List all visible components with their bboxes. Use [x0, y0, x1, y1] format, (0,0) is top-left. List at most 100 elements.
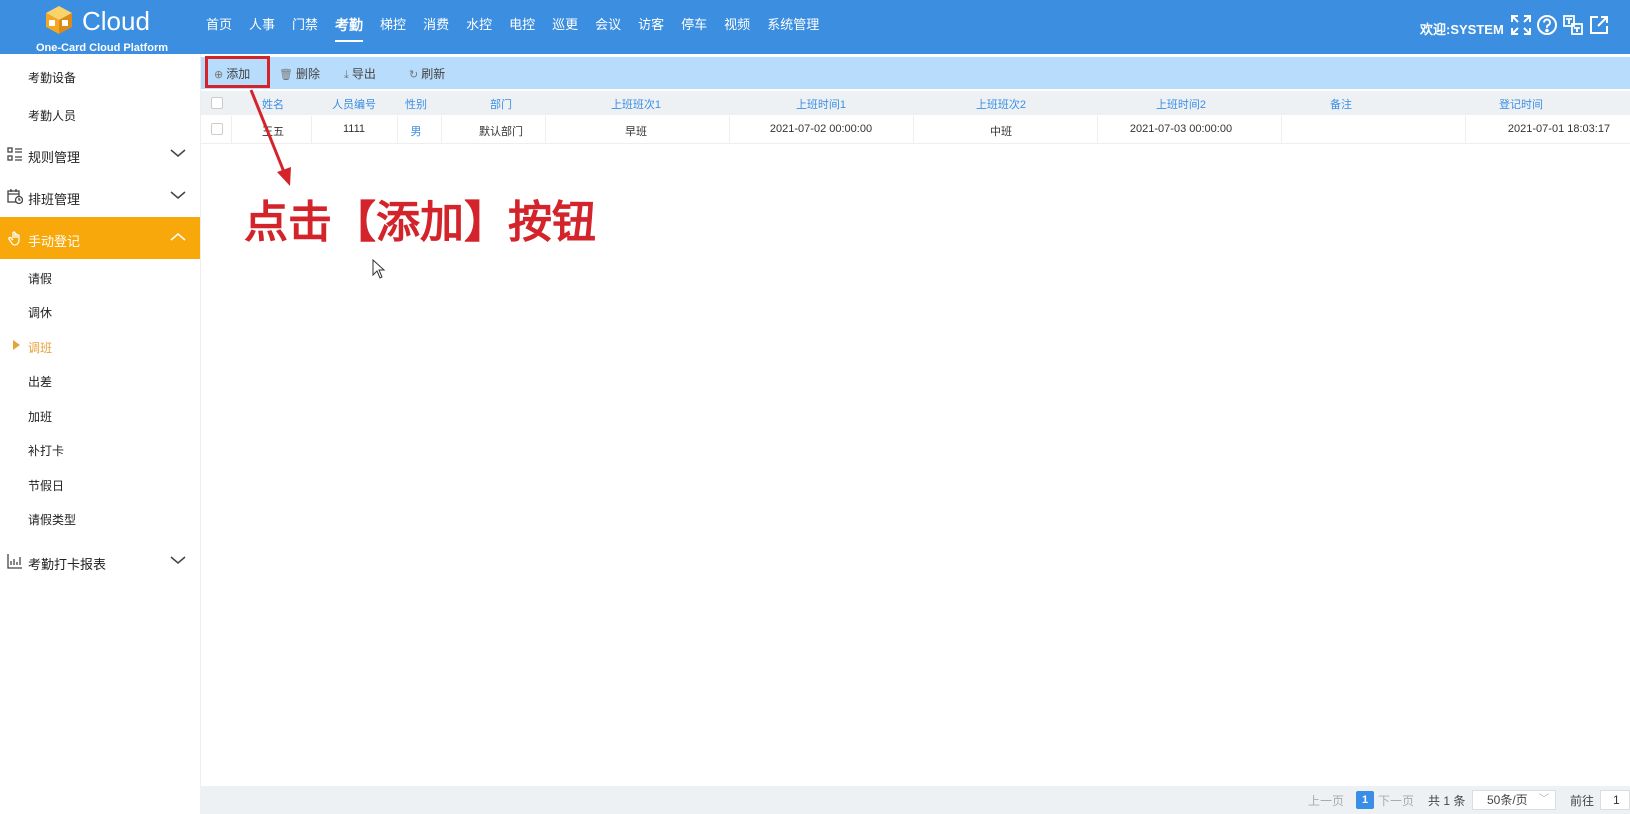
hand-icon [8, 231, 20, 246]
sidebar-item-staff[interactable]: 考勤人员 [0, 94, 200, 134]
nav-personnel[interactable]: 人事 [249, 0, 275, 54]
sidebar-group-manual[interactable]: 手动登记 [0, 217, 200, 259]
nav-attendance[interactable]: 考勤 [335, 0, 364, 54]
prev-page-button[interactable]: 上一页 [1308, 792, 1344, 809]
sidebar-group-label: 排班管理 [28, 192, 81, 207]
sidebar-group-label: 规则管理 [28, 150, 81, 165]
logo-subtitle: One-Card Cloud Platform [36, 42, 169, 54]
goto-page-input[interactable]: 1 [1600, 790, 1630, 810]
refresh-button-label: 刷新 [421, 67, 446, 81]
column-header[interactable]: 部门 [471, 96, 531, 112]
sidebar-group-label: 考勤打卡报表 [28, 557, 107, 572]
trash-icon: 🗑 [279, 69, 293, 81]
column-divider [1097, 116, 1098, 144]
fullscreen-icon[interactable] [1510, 14, 1532, 36]
column-header[interactable]: 备注 [1311, 96, 1371, 112]
top-icons [1510, 14, 1614, 36]
column-header[interactable]: 上班班次1 [591, 96, 681, 112]
refresh-button[interactable]: ↻ 刷新 [409, 65, 445, 82]
chevron-down-icon: ﹀ [1539, 794, 1549, 805]
sidebar-sub-label: 调班 [28, 341, 53, 355]
sidebar-sub-business-trip[interactable]: 出差 [0, 364, 200, 396]
column-header[interactable]: 上班时间1 [771, 96, 871, 112]
column-header[interactable]: 上班班次2 [951, 96, 1051, 112]
sidebar-sub-overtime[interactable]: 加班 [0, 399, 200, 431]
current-marker-icon [13, 340, 20, 350]
column-header[interactable]: 性别 [401, 96, 431, 112]
sidebar-sub-label: 加班 [28, 410, 53, 424]
column-divider [545, 116, 546, 144]
column-header[interactable]: 人员编号 [319, 96, 389, 112]
pagination-bar: 上一页 1 下一页 共 1 条 50条/页 ﹀ 前往 1 [200, 786, 1630, 814]
external-link-icon[interactable] [1588, 14, 1610, 36]
toolbar: ⊕ 添加 🗑 删除 ⤓ 导出 ↻ 刷新 [201, 57, 1630, 89]
sidebar-sub-shift-swap[interactable]: 调班 [0, 330, 200, 362]
nav-patrol[interactable]: 巡更 [552, 0, 578, 54]
nav-access[interactable]: 门禁 [292, 0, 318, 54]
help-icon[interactable] [1536, 14, 1558, 36]
sidebar-sub-label: 请假类型 [28, 513, 77, 527]
cube-logo-icon [46, 6, 72, 34]
sidebar-sub-label: 补打卡 [28, 444, 65, 458]
nav-water[interactable]: 水控 [466, 0, 492, 54]
table-cell: 早班 [625, 126, 647, 138]
column-divider [397, 116, 398, 144]
current-page[interactable]: 1 [1356, 791, 1374, 809]
sidebar-item-label: 考勤设备 [28, 71, 77, 85]
chevron-up-icon [170, 233, 186, 241]
sidebar-item-devices[interactable]: 考勤设备 [0, 56, 200, 96]
sidebar-sub-leave-types[interactable]: 请假类型 [0, 502, 200, 534]
column-header[interactable]: 上班时间2 [1131, 96, 1231, 112]
column-divider [231, 116, 232, 144]
nav-system[interactable]: 系统管理 [767, 0, 819, 54]
mouse-cursor-icon [372, 259, 386, 279]
sidebar-group-label: 手动登记 [28, 234, 81, 249]
sidebar-item-label: 考勤人员 [28, 109, 77, 123]
row-checkbox[interactable] [211, 123, 223, 135]
sidebar-group-rules[interactable]: 规则管理 [0, 133, 200, 175]
sidebar-sub-timeoff[interactable]: 调休 [0, 295, 200, 327]
chevron-down-icon [170, 149, 186, 157]
nav-power[interactable]: 电控 [509, 0, 535, 54]
select-all-checkbox[interactable] [211, 97, 223, 109]
welcome-text: 欢迎:SYSTEM [1420, 22, 1504, 37]
export-button[interactable]: ⤓ 导出 [344, 65, 376, 82]
main-nav: 首页 人事 门禁 考勤 梯控 消费 水控 电控 巡更 会议 访客 停车 视频 系… [206, 0, 836, 54]
nav-elevator[interactable]: 梯控 [380, 0, 406, 54]
column-divider [441, 116, 442, 144]
sidebar-group-reports[interactable]: 考勤打卡报表 [0, 540, 200, 582]
sidebar-group-schedule[interactable]: 排班管理 [0, 175, 200, 217]
nav-home[interactable]: 首页 [206, 0, 232, 54]
sidebar-sub-label: 出差 [28, 375, 53, 389]
column-divider [913, 116, 914, 144]
total-count: 共 1 条 [1428, 794, 1466, 808]
nav-meeting[interactable]: 会议 [595, 0, 621, 54]
column-header[interactable]: 姓名 [253, 96, 293, 112]
nav-consumption[interactable]: 消费 [423, 0, 449, 54]
delete-button-label: 删除 [295, 67, 320, 81]
download-icon: ⤓ [344, 69, 349, 81]
nav-visitor[interactable]: 访客 [638, 0, 664, 54]
page-size-select[interactable]: 50条/页 ﹀ [1472, 790, 1556, 810]
table-row[interactable]: 王五 1111 男 默认部门 早班 2021-07-02 00:00:00 中班… [201, 116, 1630, 144]
nav-video[interactable]: 视频 [724, 0, 750, 54]
delete-button[interactable]: 🗑 删除 [279, 65, 320, 82]
column-divider [1465, 116, 1466, 144]
column-header[interactable]: 登记时间 [1471, 96, 1571, 112]
column-divider [729, 116, 730, 144]
translate-icon[interactable] [1562, 14, 1584, 36]
logo[interactable]: Cloud One-Card Cloud Platform [30, 2, 170, 54]
list-icon [7, 147, 22, 161]
export-button-label: 导出 [351, 67, 376, 81]
sidebar-sub-holiday[interactable]: 节假日 [0, 468, 200, 500]
top-bar: Cloud One-Card Cloud Platform 首页 人事 门禁 考… [0, 0, 1630, 54]
column-divider [311, 116, 312, 144]
column-divider [1281, 116, 1282, 144]
table-cell: 2021-07-03 00:00:00 [1129, 123, 1233, 135]
table-cell: 1111 [342, 123, 366, 135]
sidebar-sub-label: 调休 [28, 306, 53, 320]
next-page-button[interactable]: 下一页 [1378, 792, 1414, 809]
sidebar-sub-punch-fix[interactable]: 补打卡 [0, 433, 200, 465]
sidebar-sub-leave[interactable]: 请假 [0, 261, 200, 293]
nav-parking[interactable]: 停车 [681, 0, 707, 54]
